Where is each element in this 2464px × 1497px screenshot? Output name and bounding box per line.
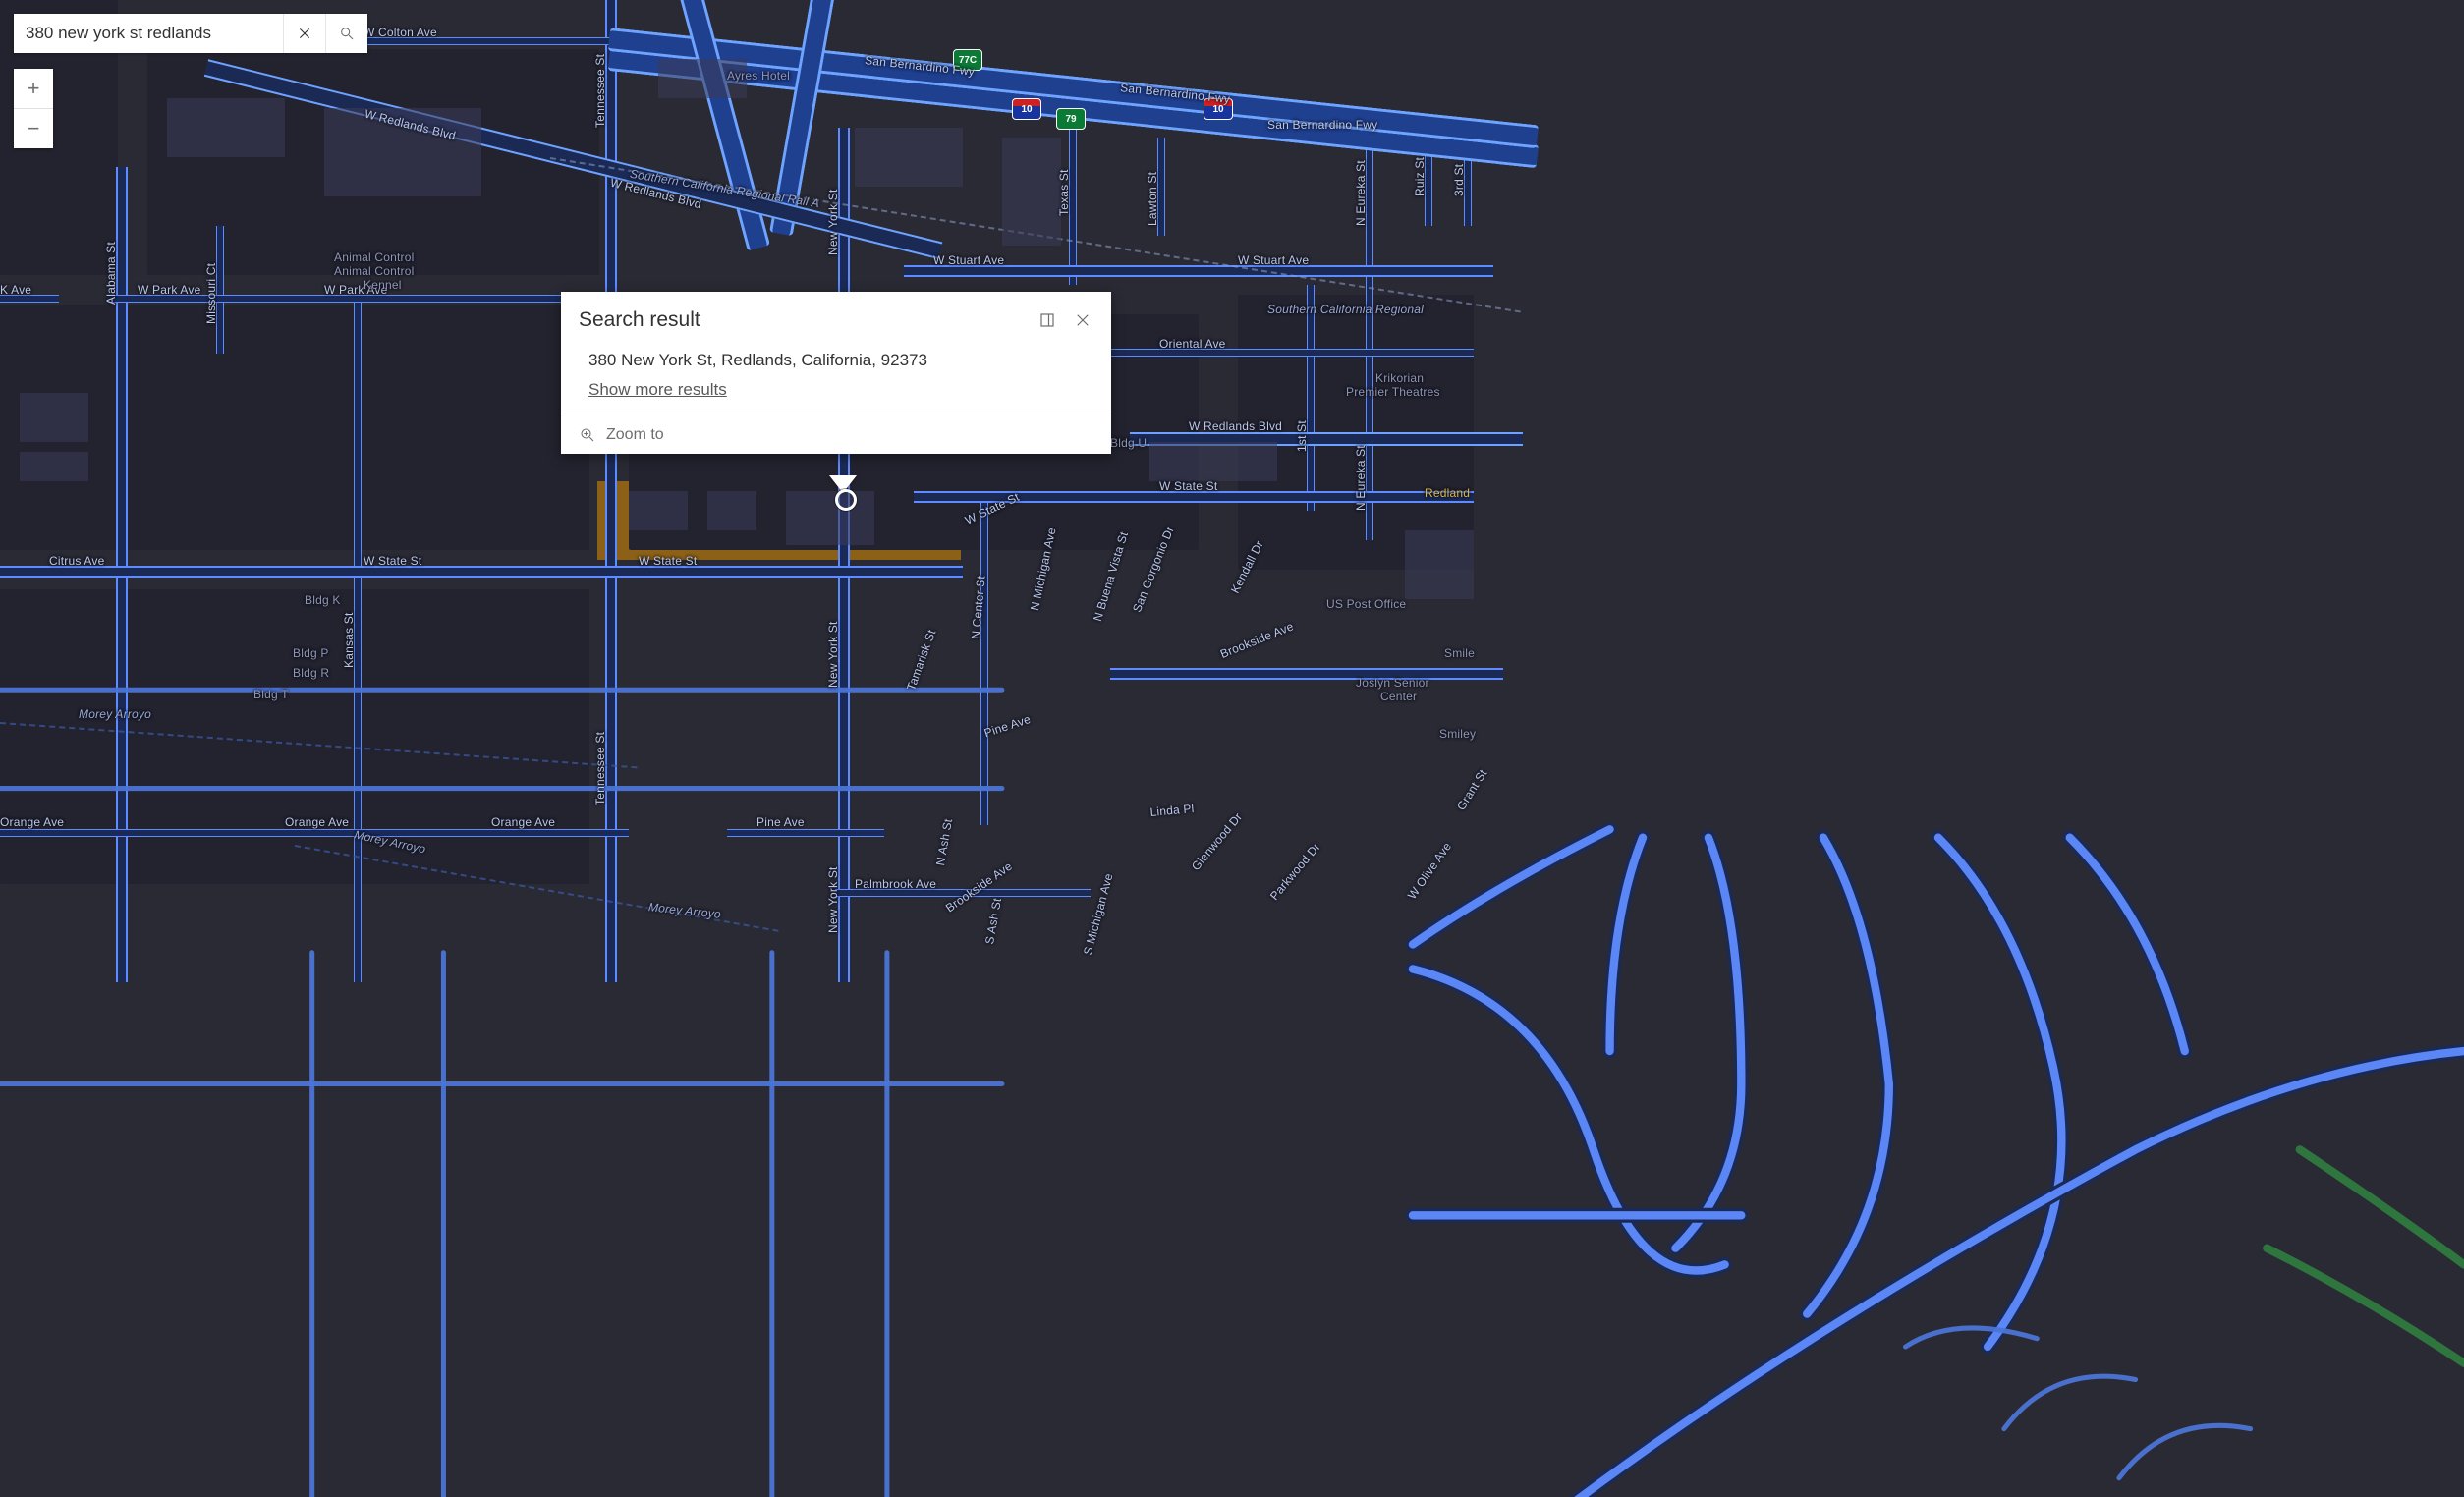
poi-label: US Post Office <box>1326 597 1406 611</box>
poi-label: Center <box>1380 690 1417 703</box>
popup-title: Search result <box>579 308 1027 332</box>
zoom-to-icon <box>579 426 596 444</box>
road-label: Parkwood Dr <box>1267 840 1323 903</box>
road-label: Linda Pl <box>1149 802 1195 819</box>
road-label: Glenwood Dr <box>1189 810 1245 873</box>
zoom-control: + − <box>14 69 53 148</box>
poi-label: Smile <box>1444 646 1475 660</box>
zoom-out-button[interactable]: − <box>14 108 53 148</box>
poi-label: Kennel <box>364 278 402 292</box>
show-more-results-link[interactable]: Show more results <box>588 380 1093 400</box>
road-label: W Olive Ave <box>1405 840 1454 902</box>
dock-icon <box>1038 311 1056 329</box>
road-label: Grant St <box>1454 767 1489 813</box>
road-label: Brookside Ave <box>943 859 1015 915</box>
close-popup-button[interactable] <box>1068 305 1097 335</box>
zoom-to-button[interactable]: Zoom to <box>561 416 1111 454</box>
search-input[interactable] <box>14 14 283 53</box>
road-label: Pine Ave <box>982 712 1033 740</box>
road-label: S Ash St <box>982 897 1004 945</box>
road-label: Pine Ave <box>756 815 805 829</box>
poi-label: Smiley <box>1439 727 1476 741</box>
road-label: S Michigan Ave <box>1081 872 1116 957</box>
close-icon <box>1074 311 1092 329</box>
road-label: Tamarisk St <box>904 628 938 693</box>
zoom-in-button[interactable]: + <box>14 69 53 108</box>
road-label: Brookside Ave <box>1218 619 1296 661</box>
search-result-popup: Search result 380 New York St, Redlands,… <box>561 292 1111 454</box>
close-icon <box>297 26 312 41</box>
search-icon <box>339 26 355 41</box>
search-bar <box>14 14 367 53</box>
road-label: N Ash St <box>933 817 955 866</box>
zoom-to-label: Zoom to <box>606 426 664 444</box>
search-button[interactable] <box>325 14 367 53</box>
map-canvas[interactable]: 77C 10 79 10 W Colton Ave San Bernardino… <box>0 0 2464 1497</box>
dock-button[interactable] <box>1033 305 1062 335</box>
result-address: 380 New York St, Redlands, California, 9… <box>588 351 1093 370</box>
clear-search-button[interactable] <box>283 14 325 53</box>
result-pin <box>835 489 857 511</box>
